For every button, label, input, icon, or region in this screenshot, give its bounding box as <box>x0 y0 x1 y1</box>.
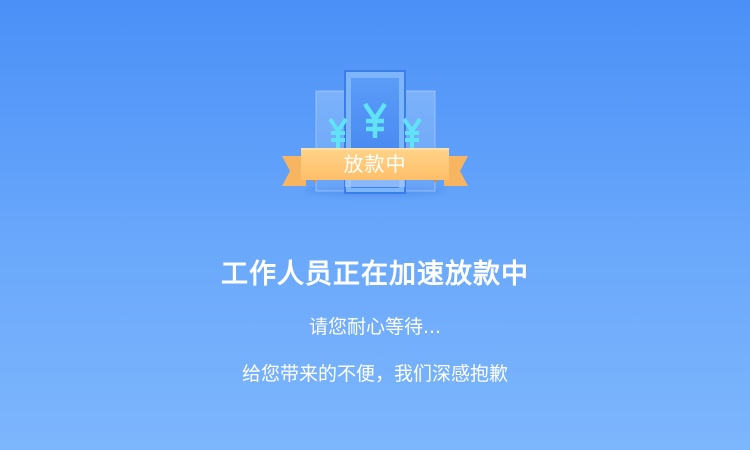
apology-message: 给您带来的不便，我们深感抱歉 <box>241 363 508 385</box>
ribbon-label: 放款中 <box>343 152 407 176</box>
waiting-message: 请您耐心等待... <box>308 316 442 338</box>
loan-processing-illustration: 放款中 <box>0 0 750 210</box>
status-title: 工作人员正在加速放款中 <box>221 259 529 290</box>
